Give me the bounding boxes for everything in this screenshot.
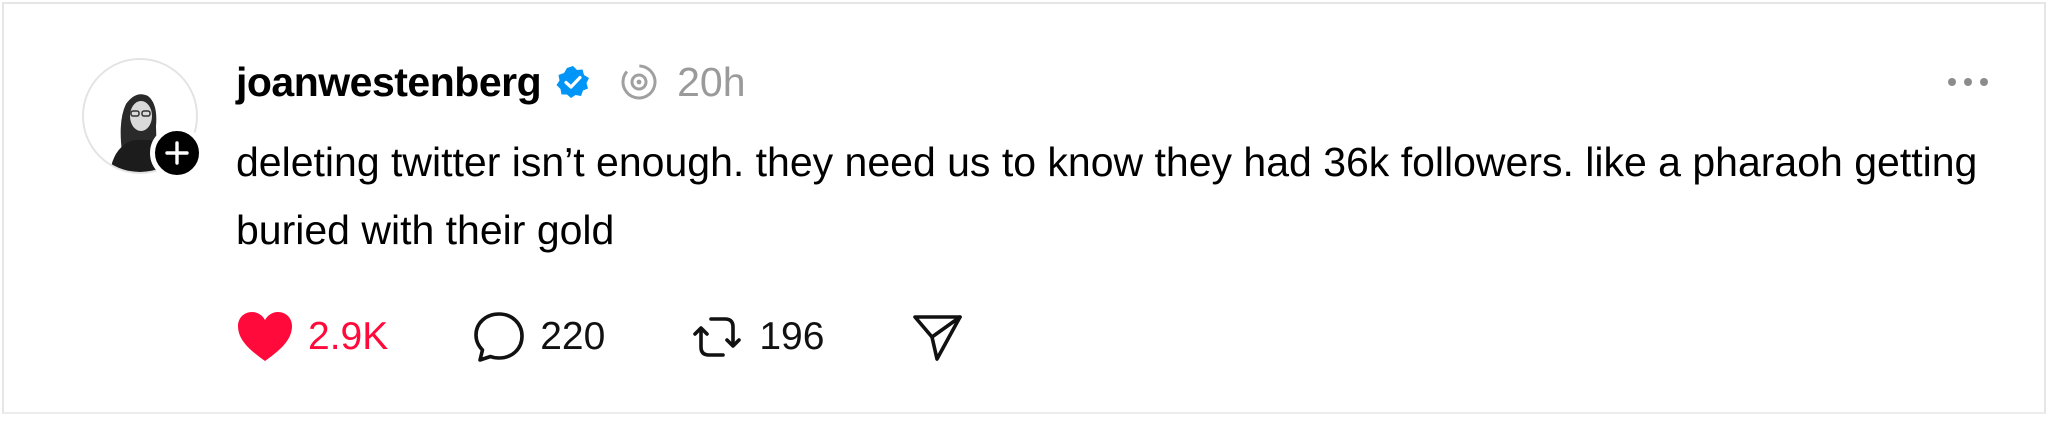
- repost-icon: [693, 317, 742, 357]
- action-bar: 2.9K 220 196: [236, 306, 964, 368]
- share-button[interactable]: [910, 310, 964, 364]
- comment-bubble-icon: [474, 312, 525, 362]
- thread-activity-icon: [619, 62, 659, 102]
- verified-badge-icon: [555, 64, 591, 100]
- post-header: joanwestenberg 20h: [236, 54, 746, 110]
- reply-count: 220: [540, 315, 606, 358]
- post-card: joanwestenberg 20h deleting twitter isn’…: [2, 2, 2046, 414]
- avatar-container[interactable]: [82, 58, 204, 180]
- send-paper-plane-icon: [913, 315, 963, 361]
- repost-count: 196: [759, 315, 825, 358]
- plus-icon: [165, 141, 189, 165]
- more-dots-icon: [1948, 78, 1956, 86]
- reply-button[interactable]: 220: [472, 310, 605, 364]
- follow-plus-button[interactable]: [150, 126, 204, 180]
- more-options-button[interactable]: [1938, 62, 1998, 102]
- post-body-text: deleting twitter isn’t enough. they need…: [236, 139, 1978, 253]
- post-timestamp[interactable]: 20h: [677, 59, 745, 106]
- like-count: 2.9K: [308, 315, 389, 358]
- repost-button[interactable]: 196: [689, 309, 824, 365]
- heart-icon: [238, 312, 292, 361]
- username-link[interactable]: joanwestenberg: [236, 59, 542, 106]
- like-button[interactable]: 2.9K: [236, 311, 388, 363]
